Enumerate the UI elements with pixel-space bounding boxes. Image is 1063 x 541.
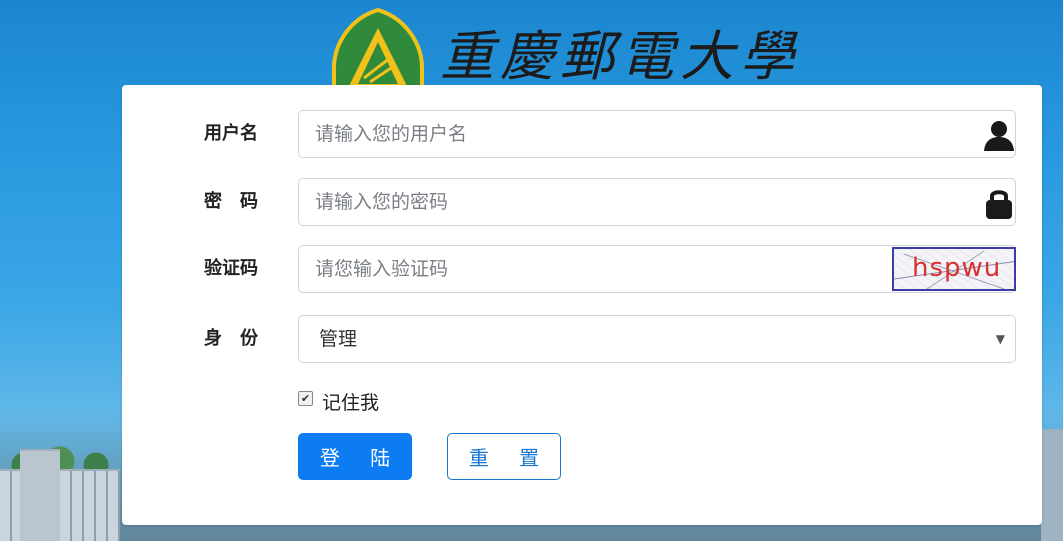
caret-down-icon: ▼	[995, 332, 1005, 346]
captcha-text: hspwu	[912, 253, 1002, 283]
login-button[interactable]: 登 陆	[298, 433, 412, 480]
lock-icon	[986, 190, 1012, 219]
password-label: 密 码	[204, 191, 258, 212]
reset-button[interactable]: 重 置	[447, 433, 561, 480]
identity-select[interactable]: 管理 ▼	[298, 315, 1016, 363]
username-row: 用户名	[122, 110, 1042, 158]
university-name: 重慶郵電大學	[440, 25, 800, 88]
login-card: 用户名 密 码 验证码 hspwu 身 份 管理 ▼	[122, 85, 1042, 525]
university-header: 重慶郵電大學	[330, 6, 794, 98]
username-input[interactable]	[298, 110, 1016, 158]
identity-selected-value: 管理	[319, 328, 358, 350]
remember-label: 记住我	[322, 392, 380, 414]
user-icon	[984, 121, 1014, 151]
identity-label: 身 份	[204, 328, 258, 349]
username-label: 用户名	[204, 123, 258, 144]
remember-checkbox[interactable]: ✔	[298, 391, 313, 406]
background-building	[1041, 429, 1063, 541]
captcha-image[interactable]: hspwu	[892, 247, 1016, 291]
captcha-row: 验证码 hspwu	[122, 245, 1042, 293]
captcha-label: 验证码	[204, 258, 258, 279]
identity-row: 身 份 管理 ▼	[122, 315, 1042, 363]
background-building	[0, 469, 120, 541]
password-row: 密 码	[122, 178, 1042, 226]
password-input[interactable]	[298, 178, 1016, 226]
background-building	[20, 449, 60, 541]
